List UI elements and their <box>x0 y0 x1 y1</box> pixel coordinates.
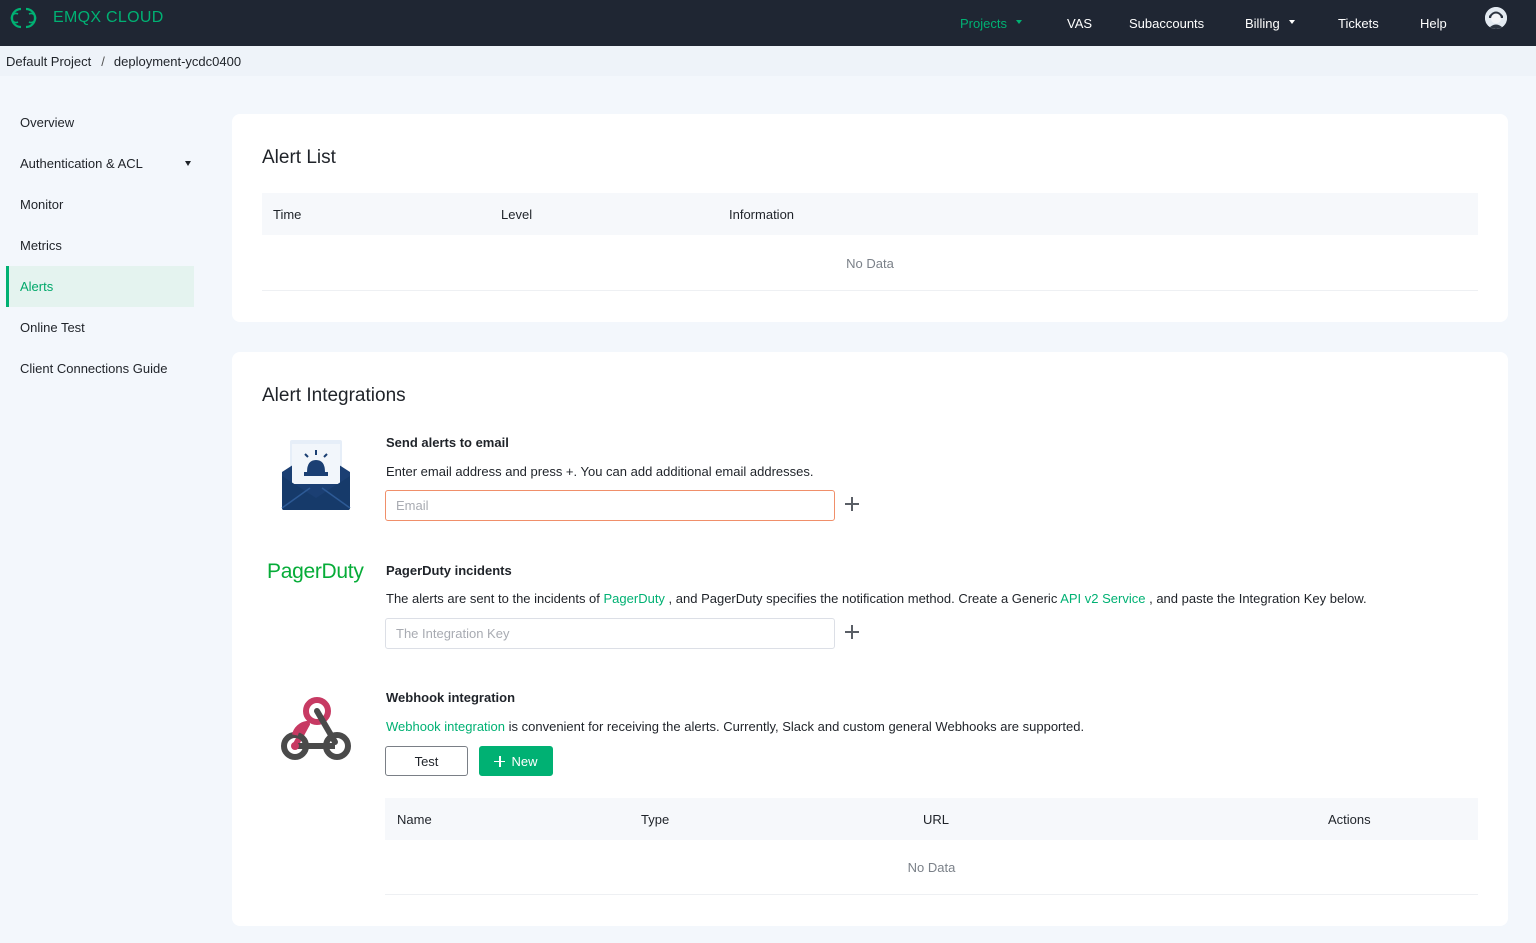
new-button-label: New <box>511 753 538 769</box>
nav-projects[interactable]: Projects <box>960 0 1022 46</box>
sidebar-item-label: Client Connections Guide <box>20 361 168 376</box>
nav-help[interactable]: Help <box>1420 0 1447 46</box>
email-input[interactable] <box>385 490 835 521</box>
webhook-desc-text: is convenient for receiving the alerts. … <box>505 719 1085 734</box>
nav-help-label: Help <box>1420 15 1447 31</box>
table-divider <box>385 894 1478 895</box>
nav-tickets[interactable]: Tickets <box>1338 0 1379 46</box>
sidebar-item-label: Overview <box>20 115 75 130</box>
pagerduty-integration-title: PagerDuty incidents <box>386 563 512 578</box>
webhook-integration-link[interactable]: Webhook integration <box>386 719 505 734</box>
test-button-label: Test <box>414 753 439 769</box>
pagerduty-desc-part3: , and paste the Integration Key below. <box>1145 591 1367 606</box>
brand-name: EMQX CLOUD <box>53 9 164 26</box>
sidebar: Overview Authentication & ACL Monitor Me… <box>6 102 194 389</box>
integration-key-input[interactable] <box>385 618 835 649</box>
caret-down-icon <box>1015 20 1022 24</box>
column-header-url: URL <box>923 812 950 827</box>
column-header-actions: Actions <box>1328 812 1371 827</box>
test-button[interactable]: Test <box>385 746 468 776</box>
alert-integrations-title: Alert Integrations <box>262 385 406 406</box>
envelope-alarm-icon <box>281 440 351 510</box>
pagerduty-desc-part2: , and PagerDuty specifies the notificati… <box>664 591 1061 606</box>
alert-list-card: Alert List Time Level Information No Dat… <box>232 114 1508 322</box>
webhook-integration-title: Webhook integration <box>386 690 516 705</box>
brand-logo[interactable]: EMQX CLOUD <box>6 6 164 30</box>
emqx-logo-icon <box>10 7 37 29</box>
sidebar-item-label: Metrics <box>20 238 62 253</box>
nav-subaccounts-label: Subaccounts <box>1129 15 1205 31</box>
sidebar-item-authentication-acl[interactable]: Authentication & ACL <box>6 143 194 184</box>
email-integration-description: Enter email address and press +. You can… <box>386 464 814 479</box>
sidebar-item-label: Alerts <box>20 279 54 294</box>
webhook-icon <box>281 697 351 760</box>
nav-tickets-label: Tickets <box>1338 15 1379 31</box>
api-v2-service-link[interactable]: API v2 Service <box>1060 591 1145 606</box>
sidebar-item-alerts[interactable]: Alerts <box>6 266 194 307</box>
plus-icon <box>494 755 506 767</box>
nav-billing-label: Billing <box>1245 15 1280 31</box>
pagerduty-desc-part1: The alerts are sent to the incidents of <box>386 591 604 606</box>
sidebar-item-monitor[interactable]: Monitor <box>6 184 194 225</box>
webhook-table-empty-text: No Data <box>907 860 956 875</box>
sidebar-item-overview[interactable]: Overview <box>6 102 194 143</box>
nav-vas-label: VAS <box>1067 15 1093 31</box>
breadcrumb: Default Project / deployment-ycdc0400 <box>0 46 1536 76</box>
pagerduty-logo: PagerDuty <box>267 560 364 583</box>
new-webhook-button[interactable]: New <box>479 746 553 776</box>
column-header-name: Name <box>397 812 432 827</box>
column-header-level: Level <box>501 207 533 222</box>
sidebar-item-label: Authentication & ACL <box>20 156 143 171</box>
webhook-integration-description: Webhook integration is convenient for re… <box>386 719 1084 734</box>
user-avatar[interactable] <box>1485 7 1507 29</box>
alert-list-title: Alert List <box>262 147 336 168</box>
nav-vas[interactable]: VAS <box>1067 0 1092 46</box>
table-divider <box>262 290 1478 291</box>
caret-down-icon <box>1288 20 1295 24</box>
sidebar-item-label: Online Test <box>20 320 85 335</box>
nav-projects-label: Projects <box>960 15 1007 31</box>
sidebar-item-client-connections-guide[interactable]: Client Connections Guide <box>6 348 194 389</box>
caret-down-icon <box>185 161 191 166</box>
breadcrumb-project[interactable]: Default Project <box>6 54 91 69</box>
webhook-table-header: Name Type URL Actions <box>385 798 1478 840</box>
column-header-time: Time <box>273 207 302 222</box>
sidebar-item-online-test[interactable]: Online Test <box>6 307 194 348</box>
alert-list-table-header: Time Level Information <box>262 193 1478 235</box>
alert-integrations-card: Alert Integrations Send alerts to email … <box>232 352 1508 926</box>
sidebar-item-metrics[interactable]: Metrics <box>6 225 194 266</box>
alert-list-empty-text: No Data <box>846 256 894 271</box>
nav-subaccounts[interactable]: Subaccounts <box>1129 0 1204 46</box>
sidebar-item-label: Monitor <box>20 197 64 212</box>
user-avatar-icon <box>1485 7 1507 29</box>
add-integration-key-plus-icon[interactable] <box>844 624 860 640</box>
breadcrumb-separator: / <box>101 53 105 69</box>
pagerduty-link[interactable]: PagerDuty <box>604 591 665 606</box>
add-email-plus-icon[interactable] <box>844 496 860 512</box>
breadcrumb-deployment: deployment-ycdc0400 <box>113 53 242 69</box>
column-header-type: Type <box>641 812 670 827</box>
top-navigation-bar: EMQX CLOUD Projects VAS Subaccounts Bill… <box>0 0 1536 46</box>
nav-billing[interactable]: Billing <box>1245 0 1295 46</box>
column-header-information: Information <box>729 207 795 222</box>
email-integration-title: Send alerts to email <box>386 435 509 450</box>
pagerduty-integration-description: The alerts are sent to the incidents of … <box>386 591 1367 606</box>
